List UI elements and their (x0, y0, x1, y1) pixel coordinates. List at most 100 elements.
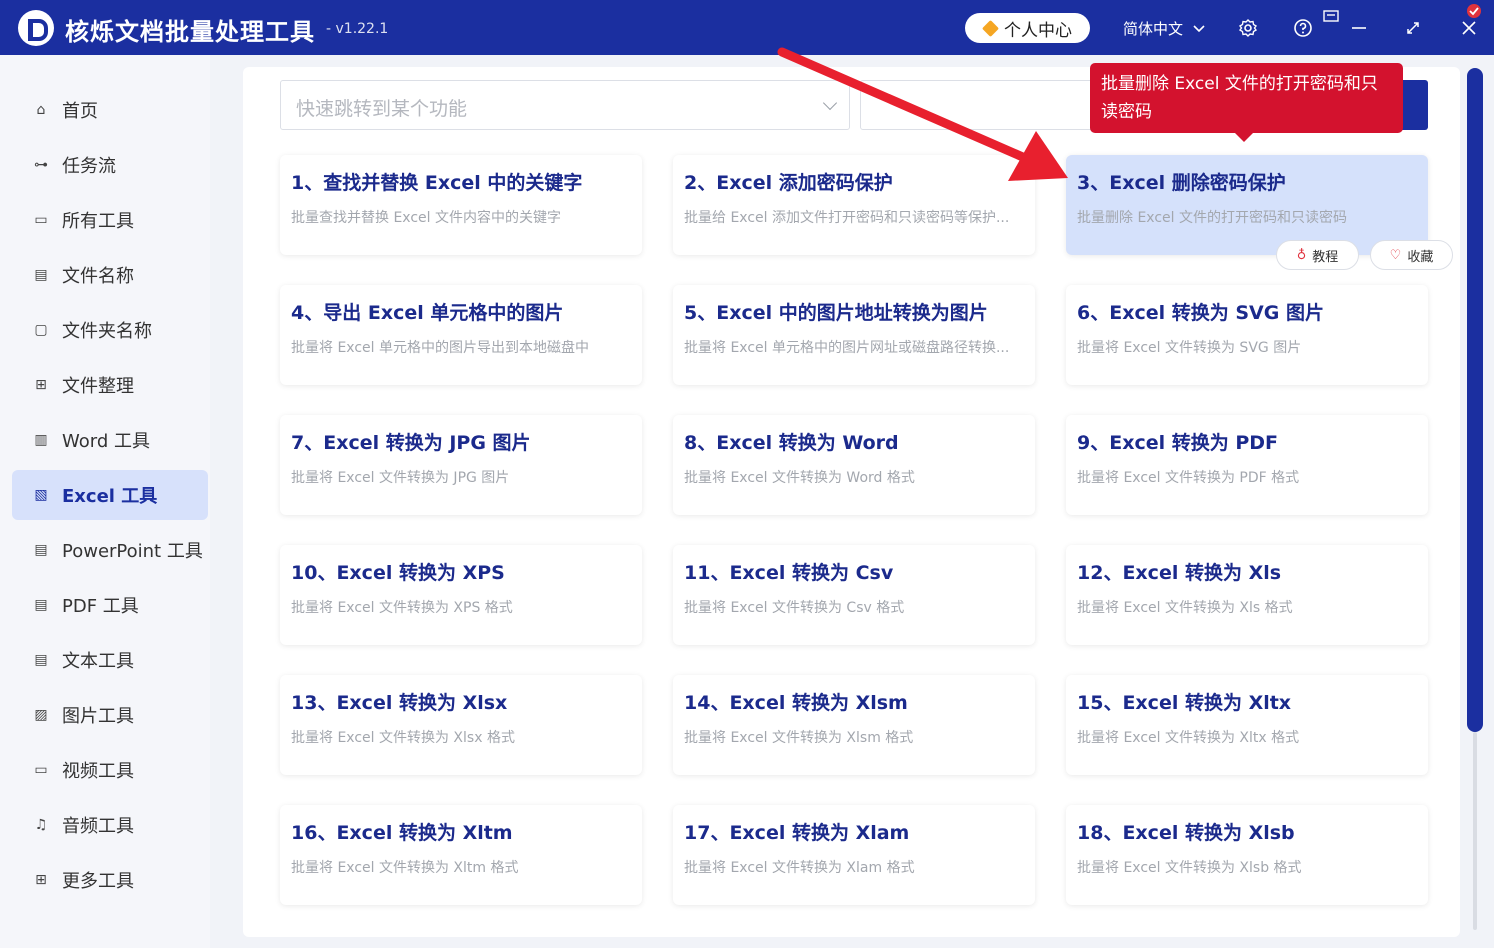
message-icon[interactable] (1318, 4, 1344, 30)
maximize-icon[interactable] (1400, 15, 1426, 41)
sidebar-item-label: PowerPoint 工具 (62, 541, 203, 562)
word-icon: ▥ (34, 432, 48, 448)
sidebar-item[interactable]: ⊞ 更多工具 (12, 855, 208, 905)
tool-card[interactable]: 12、Excel 转换为 Xls 批量将 Excel 文件转换为 Xls 格式 (1066, 545, 1428, 645)
tool-card-description: 批量将 Excel 文件转换为 Word 格式 (684, 470, 915, 486)
language-label: 简体中文 (1123, 20, 1184, 38)
tool-card[interactable]: 13、Excel 转换为 Xlsx 批量将 Excel 文件转换为 Xlsx 格式 (280, 675, 642, 775)
user-center-label: 个人中心 (1004, 20, 1072, 41)
sidebar-item[interactable]: ▤ PowerPoint 工具 (12, 525, 208, 575)
lightbulb-icon: ♁ (1296, 247, 1307, 263)
grid-icon: ⊞ (35, 872, 47, 888)
tool-card[interactable]: 18、Excel 转换为 Xlsb 批量将 Excel 文件转换为 Xlsb 格式 (1066, 805, 1428, 905)
tool-card-title: 17、Excel 转换为 Xlam (684, 822, 910, 844)
sidebar-item[interactable]: ▤ 文本工具 (12, 635, 208, 685)
tool-card[interactable]: 15、Excel 转换为 Xltx 批量将 Excel 文件转换为 Xltx 格式 (1066, 675, 1428, 775)
help-icon[interactable] (1290, 15, 1316, 41)
sidebar-item[interactable]: ▥ Word 工具 (12, 415, 208, 465)
tool-card-title: 5、Excel 中的图片地址转换为图片 (684, 302, 988, 324)
sidebar-item[interactable]: ▨ 图片工具 (12, 690, 208, 740)
ppt-icon: ▤ (34, 542, 48, 558)
sidebar-item[interactable]: ▧ Excel 工具 (12, 470, 208, 520)
minimize-icon[interactable] (1346, 15, 1372, 41)
tool-card[interactable]: 16、Excel 转换为 Xltm 批量将 Excel 文件转换为 Xltm 格式 (280, 805, 642, 905)
tool-card[interactable]: 7、Excel 转换为 JPG 图片 批量将 Excel 文件转换为 JPG 图片 (280, 415, 642, 515)
sidebar-item[interactable]: ♫ 音频工具 (12, 800, 208, 850)
tool-card-title: 4、导出 Excel 单元格中的图片 (291, 302, 564, 324)
tool-card[interactable]: 4、导出 Excel 单元格中的图片批量将 Excel 单元格中的图片导出到本地… (280, 285, 642, 385)
tool-card-title: 9、Excel 转换为 PDF (1077, 432, 1279, 454)
sidebar-item-label: 文件名称 (62, 266, 134, 287)
tool-card-title: 7、Excel 转换为 JPG 图片 (291, 432, 531, 454)
sidebar-item-label: 所有工具 (62, 211, 134, 232)
tutorial-button-label: 教程 (1312, 249, 1339, 265)
workflow-icon: ⊶ (34, 157, 48, 173)
image-icon: ▨ (34, 707, 48, 723)
sidebar-item[interactable]: ▢ 文件夹名称 (12, 305, 208, 355)
sidebar-item[interactable]: ⌂ 首页 (12, 85, 208, 135)
tool-card-description: 批量将 Excel 文件转换为 Xlsm 格式 (684, 730, 914, 746)
heart-icon: ♡ (1389, 247, 1402, 263)
tool-card[interactable]: 9、Excel 转换为 PDF 批量将 Excel 文件转换为 PDF 格式 (1066, 415, 1428, 515)
tool-card-description: 批量将 Excel 文件转换为 PDF 格式 (1077, 470, 1300, 486)
tool-card-title: 3、Excel 删除密码保护 (1077, 172, 1286, 194)
sidebar-item-label: 首页 (62, 101, 98, 122)
tool-card-title: 18、Excel 转换为 Xlsb (1077, 822, 1295, 844)
tool-card[interactable]: 11、Excel 转换为 Csv 批量将 Excel 文件转换为 Csv 格式 (673, 545, 1035, 645)
main-panel: 快速跳转到某个功能 1、查找并替换 Excel 中的关键字 批量查找并替换 Exc… (243, 67, 1460, 937)
tool-card[interactable]: 10、Excel 转换为 XPS 批量将 Excel 文件转换为 XPS 格式 (280, 545, 642, 645)
favorite-button[interactable]: ♡ 收藏 (1370, 240, 1453, 270)
sidebar-item[interactable]: ▤ PDF 工具 (12, 580, 208, 630)
tutorial-button[interactable]: ♁ 教程 (1276, 240, 1359, 270)
tool-card-description: 批量将 Excel 单元格中的图片网址或磁盘路径转换... (684, 340, 1010, 356)
excel-icon: ▧ (34, 487, 48, 503)
chevron-down-icon (1193, 24, 1205, 32)
tool-card-description: 批量将 Excel 文件转换为 XPS 格式 (291, 600, 513, 616)
tool-card[interactable]: 17、Excel 转换为 Xlam 批量将 Excel 文件转换为 Xlam 格式 (673, 805, 1035, 905)
gear-icon[interactable] (1235, 15, 1261, 41)
tool-card[interactable]: 6、Excel 转换为 SVG 图片 批量将 Excel 文件转换为 SVG 图片 (1066, 285, 1428, 385)
sidebar-item[interactable]: ⊞ 文件整理 (12, 360, 208, 410)
scrollbar-track[interactable] (1473, 732, 1477, 930)
sidebar-item-label: 视频工具 (62, 761, 134, 782)
diamond-icon (982, 19, 999, 37)
text-icon: ▤ (34, 652, 48, 668)
sidebar-item-label: 任务流 (62, 156, 116, 177)
scrollbar-thumb[interactable] (1467, 68, 1483, 732)
sidebar-item[interactable]: ⊶ 任务流 (12, 140, 208, 190)
organize-icon: ⊞ (35, 377, 47, 393)
search-dropdown[interactable]: 快速跳转到某个功能 (280, 80, 850, 130)
tool-card-description: 批量将 Excel 单元格中的图片导出到本地磁盘中 (291, 340, 589, 356)
tool-card[interactable]: 3、Excel 删除密码保护 批量删除 Excel 文件的打开密码和只读密码 (1066, 155, 1428, 255)
user-center-button[interactable]: 个人中心 (965, 13, 1090, 43)
language-selector[interactable]: 简体中文 (1123, 18, 1205, 39)
sidebar-item-label: 文件整理 (62, 376, 134, 397)
tool-card-title: 15、Excel 转换为 Xltx (1077, 692, 1292, 714)
app-version: - v1.22.1 (326, 21, 389, 37)
sidebar-item-label: 音频工具 (62, 816, 134, 837)
folder-icon: ▢ (34, 322, 48, 338)
home-icon: ⌂ (36, 102, 46, 118)
tool-card[interactable]: 1、查找并替换 Excel 中的关键字 批量查找并替换 Excel 文件内容中的关… (280, 155, 642, 255)
title-bar: 核烁文档批量处理工具 - v1.22.1 个人中心 简体中文 (0, 0, 1494, 55)
tool-card-description: 批量将 Excel 文件转换为 Xlsx 格式 (291, 730, 515, 746)
tool-card-title: 8、Excel 转换为 Word (684, 432, 899, 454)
sidebar-item-label: Word 工具 (62, 431, 150, 452)
app-title: 核烁文档批量处理工具 (65, 18, 315, 46)
sidebar-item[interactable]: ▭ 视频工具 (12, 745, 208, 795)
audio-icon: ♫ (34, 817, 48, 833)
tool-card[interactable]: 2、Excel 添加密码保护 批量给 Excel 添加文件打开密码和只读密码等保护… (673, 155, 1035, 255)
sidebar-item[interactable]: ▭ 所有工具 (12, 195, 208, 245)
tool-card[interactable]: 8、Excel 转换为 Word 批量将 Excel 文件转换为 Word 格式 (673, 415, 1035, 515)
tool-card-description: 批量将 Excel 文件转换为 Xltx 格式 (1077, 730, 1300, 746)
tool-card[interactable]: 5、Excel 中的图片地址转换为图片批量将 Excel 单元格中的图片网址或磁… (673, 285, 1035, 385)
sidebar-item-label: 文件夹名称 (62, 321, 152, 342)
search-placeholder: 快速跳转到某个功能 (296, 98, 468, 120)
card-tooltip: 批量删除 Excel 文件的打开密码和只读密码 (1090, 63, 1403, 142)
chevron-down-icon (822, 95, 838, 111)
tool-card-title: 11、Excel 转换为 Csv (684, 562, 894, 584)
tool-card-title: 6、Excel 转换为 SVG 图片 (1077, 302, 1324, 324)
sidebar-item[interactable]: ▤ 文件名称 (12, 250, 208, 300)
tool-card[interactable]: 14、Excel 转换为 Xlsm 批量将 Excel 文件转换为 Xlsm 格式 (673, 675, 1035, 775)
notification-badge-icon (1467, 4, 1481, 18)
